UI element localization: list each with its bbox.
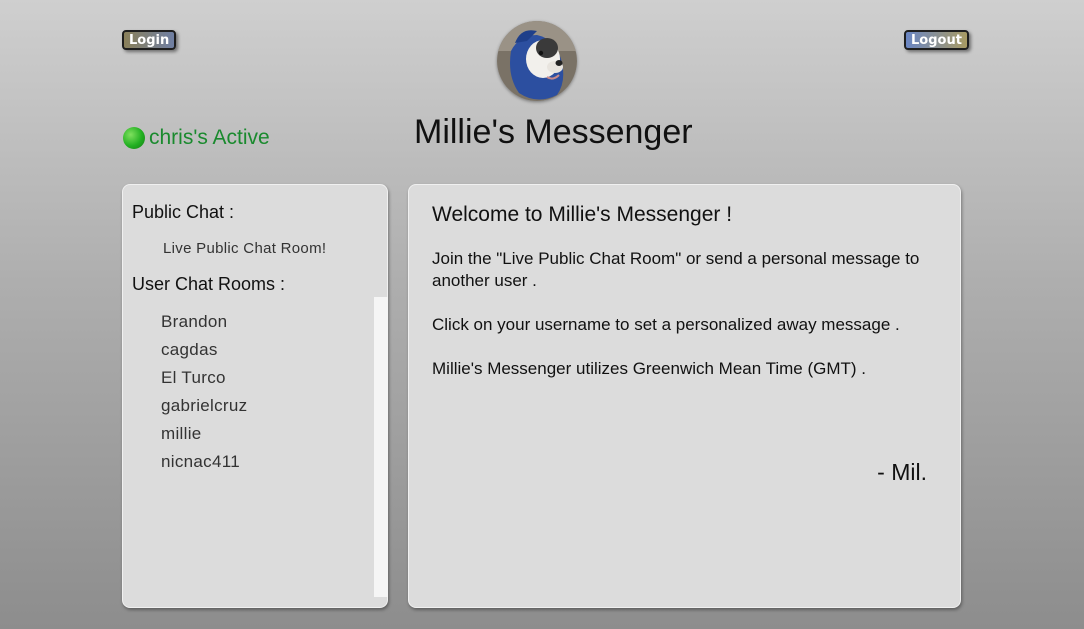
user-list-container: Brandon cagdas El Turco gabrielcruz mill… xyxy=(132,297,388,597)
welcome-panel: Welcome to Millie's Messenger ! Join the… xyxy=(408,184,961,608)
user-item-nicnac411[interactable]: nicnac411 xyxy=(161,448,247,476)
user-item-brandon[interactable]: Brandon xyxy=(161,308,247,336)
public-chat-room-link[interactable]: Live Public Chat Room! xyxy=(163,240,326,257)
user-list-scrollbar[interactable] xyxy=(374,297,388,597)
welcome-title: Welcome to Millie's Messenger ! xyxy=(432,203,733,226)
status-dot-icon xyxy=(123,127,145,149)
signature: - Mil. xyxy=(877,459,927,485)
welcome-paragraph-join: Join the "Live Public Chat Room" or send… xyxy=(432,249,920,290)
chat-room-sidebar: Public Chat : Live Public Chat Room! Use… xyxy=(122,184,388,608)
user-item-millie[interactable]: millie xyxy=(161,420,247,448)
welcome-paragraph-gmt: Millie's Messenger utilizes Greenwich Me… xyxy=(432,359,867,378)
dog-avatar xyxy=(497,21,577,101)
user-chat-rooms-heading: User Chat Rooms : xyxy=(132,274,286,294)
login-button[interactable]: Login xyxy=(122,30,177,50)
user-item-cagdas[interactable]: cagdas xyxy=(161,336,247,364)
user-list: Brandon cagdas El Turco gabrielcruz mill… xyxy=(161,308,247,476)
welcome-paragraph-away: Click on your username to set a personal… xyxy=(432,315,900,334)
user-item-el-turco[interactable]: El Turco xyxy=(161,364,247,392)
user-item-gabrielcruz[interactable]: gabrielcruz xyxy=(161,392,247,420)
page-title: Millie's Messenger xyxy=(414,113,693,151)
public-chat-heading: Public Chat : xyxy=(132,202,235,222)
user-status[interactable]: chris's Active xyxy=(123,126,270,150)
status-text[interactable]: chris's Active xyxy=(149,126,270,150)
logout-button[interactable]: Logout xyxy=(904,30,969,50)
